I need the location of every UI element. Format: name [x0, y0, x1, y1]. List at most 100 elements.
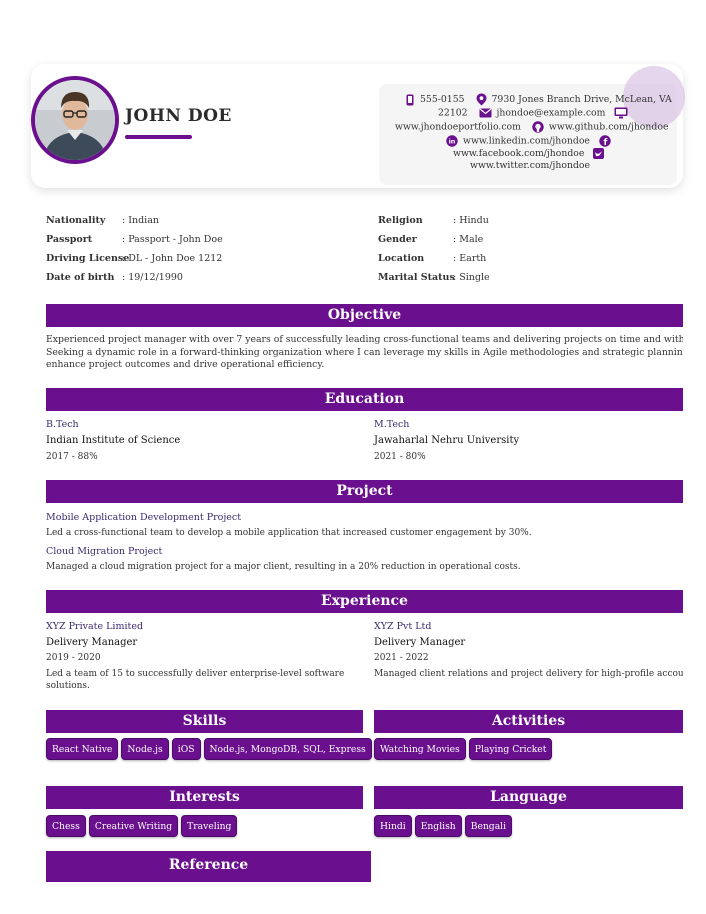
- education-year: 2021 - 80%: [374, 452, 426, 462]
- section-header-activities: Activities: [374, 710, 683, 733]
- contact-phone[interactable]: 555-0155: [420, 94, 465, 105]
- activity-chip: Playing Cricket: [468, 738, 553, 760]
- language-list: Hindi English Bengali: [374, 815, 513, 837]
- experience-role: Delivery Manager: [374, 637, 466, 648]
- interest-chip: Creative Writing: [88, 815, 179, 837]
- project-description: Led a cross-functional team to develop a…: [46, 528, 532, 538]
- svg-text:in: in: [449, 138, 456, 146]
- info-label: Driving License: [46, 253, 130, 264]
- contact-address-zip: 22102: [438, 107, 468, 119]
- contact-row-2: 22102 jhondoe@example.com: [438, 107, 633, 119]
- contact-row-5: www.facebook.com/jhondoe: [453, 148, 609, 159]
- resume-page: JOHN DOE 555-0155 7930 Jones Branch Driv…: [0, 0, 706, 914]
- language-chip: Bengali: [464, 815, 513, 837]
- info-value: : Single: [453, 272, 490, 283]
- github-icon: [532, 121, 544, 133]
- interest-chip: Chess: [46, 815, 86, 837]
- candidate-name: JOHN DOE: [125, 106, 232, 126]
- info-value: : Earth: [453, 253, 487, 264]
- info-label: Religion: [378, 215, 423, 226]
- interests-list: Chess Creative Writing Traveling: [46, 815, 238, 837]
- info-gender: Gender : Male: [378, 234, 483, 245]
- contact-linkedin[interactable]: www.linkedin.com/jhondoe: [463, 136, 590, 147]
- info-marital-status: Marital Status: Single: [378, 272, 490, 283]
- info-passport: Passport : Passport - John Doe: [46, 234, 223, 245]
- experience-years: 2021 - 2022: [374, 653, 429, 663]
- contact-row-4: in www.linkedin.com/jhondoe f: [446, 135, 616, 147]
- contact-email[interactable]: jhondoe@example.com: [497, 108, 606, 119]
- svg-text:f: f: [603, 138, 607, 147]
- twitter-icon: [593, 148, 605, 159]
- section-header-experience: Experience: [46, 590, 683, 613]
- section-header-education: Education: [46, 388, 683, 411]
- info-label: Location: [378, 253, 425, 264]
- objective-line: Seeking a dynamic role in a forward-thin…: [46, 346, 683, 358]
- section-header-language: Language: [374, 786, 683, 809]
- objective-line: Experienced project manager with over 7 …: [46, 334, 683, 345]
- section-header-skills: Skills: [46, 710, 363, 733]
- skill-chip: Node.js, MongoDB, SQL, Express: [203, 738, 372, 760]
- name-underline: [125, 135, 192, 139]
- linkedin-icon: in: [446, 135, 458, 147]
- experience-description: solutions.: [46, 681, 90, 691]
- project-name: Cloud Migration Project: [46, 546, 163, 557]
- project-name: Mobile Application Development Project: [46, 512, 242, 523]
- info-value: : Male: [453, 234, 484, 245]
- info-value: : DL - John Doe 1212: [122, 253, 223, 264]
- info-value: : 19/12/1990: [122, 272, 183, 283]
- monitor-icon: [614, 107, 628, 119]
- activity-chip: Watching Movies: [374, 738, 466, 760]
- language-chip: English: [414, 815, 462, 837]
- info-label: Date of birth: [46, 272, 115, 283]
- info-date-of-birth: Date of birth : 19/12/1990: [46, 272, 183, 283]
- experience-years: 2019 - 2020: [46, 653, 101, 663]
- objective-text: Experienced project manager with over 7 …: [46, 334, 683, 372]
- contact-portfolio[interactable]: www.jhondoeportfolio.com: [395, 122, 521, 133]
- skill-chip: Node.js: [121, 738, 169, 760]
- experience-company: XYZ Pvt Ltd: [374, 621, 432, 632]
- education-institute: Jawaharlal Nehru University: [374, 435, 520, 446]
- info-label: Marital Status: [378, 272, 455, 283]
- experience-description: Led a team of 15 to successfully deliver…: [46, 669, 345, 679]
- profile-photo: [31, 76, 119, 164]
- activities-list: Watching Movies Playing Cricket: [374, 738, 553, 760]
- info-label: Passport: [46, 234, 93, 245]
- info-value: : Hindu: [453, 215, 489, 226]
- email-icon: [479, 108, 492, 118]
- section-header-reference: Reference: [46, 851, 371, 882]
- education-year: 2017 - 88%: [46, 452, 98, 462]
- experience-role: Delivery Manager: [46, 637, 138, 648]
- contact-github[interactable]: www.github.com/jhondoe: [549, 122, 669, 133]
- skills-list: React Native Node.js iOS Node.js, MongoD…: [46, 738, 372, 760]
- location-icon: [476, 93, 487, 106]
- info-label: Gender: [378, 234, 417, 245]
- info-driving-license: Driving License: DL - John Doe 1212: [46, 253, 222, 264]
- contact-twitter[interactable]: www.twitter.com/jhondoe: [470, 160, 590, 171]
- info-nationality: Nationality : Indian: [46, 215, 159, 226]
- contact-row-1: 555-0155 7930 Jones Branch Drive, McLean…: [405, 93, 672, 106]
- info-label: Nationality: [46, 215, 106, 226]
- experience-company: XYZ Private Limited: [46, 621, 144, 632]
- skill-chip: React Native: [46, 738, 119, 760]
- section-header-interests: Interests: [46, 786, 363, 809]
- project-description: Managed a cloud migration project for a …: [46, 562, 521, 572]
- education-institute: Indian Institute of Science: [46, 435, 181, 446]
- info-value: : Indian: [122, 215, 159, 226]
- section-header-project: Project: [46, 480, 683, 503]
- experience-description: Managed client relations and project del…: [374, 669, 683, 679]
- phone-icon: [406, 94, 414, 105]
- language-chip: Hindi: [374, 815, 412, 837]
- contact-facebook[interactable]: www.facebook.com/jhondoe: [453, 148, 584, 159]
- facebook-icon: f: [599, 135, 611, 147]
- interest-chip: Traveling: [181, 815, 238, 837]
- education-degree: M.Tech: [374, 419, 410, 430]
- contact-row-3: www.jhondoeportfolio.com www.github.com/…: [395, 121, 668, 133]
- info-location: Location : Earth: [378, 253, 486, 264]
- info-religion: Religion : Hindu: [378, 215, 489, 226]
- skill-chip: iOS: [171, 738, 201, 760]
- objective-line: enhance project outcomes and drive opera…: [46, 359, 325, 370]
- info-value: : Passport - John Doe: [122, 234, 223, 245]
- education-degree: B.Tech: [46, 419, 79, 430]
- section-header-objective: Objective: [46, 304, 683, 327]
- contact-row-6: www.twitter.com/jhondoe: [470, 160, 590, 171]
